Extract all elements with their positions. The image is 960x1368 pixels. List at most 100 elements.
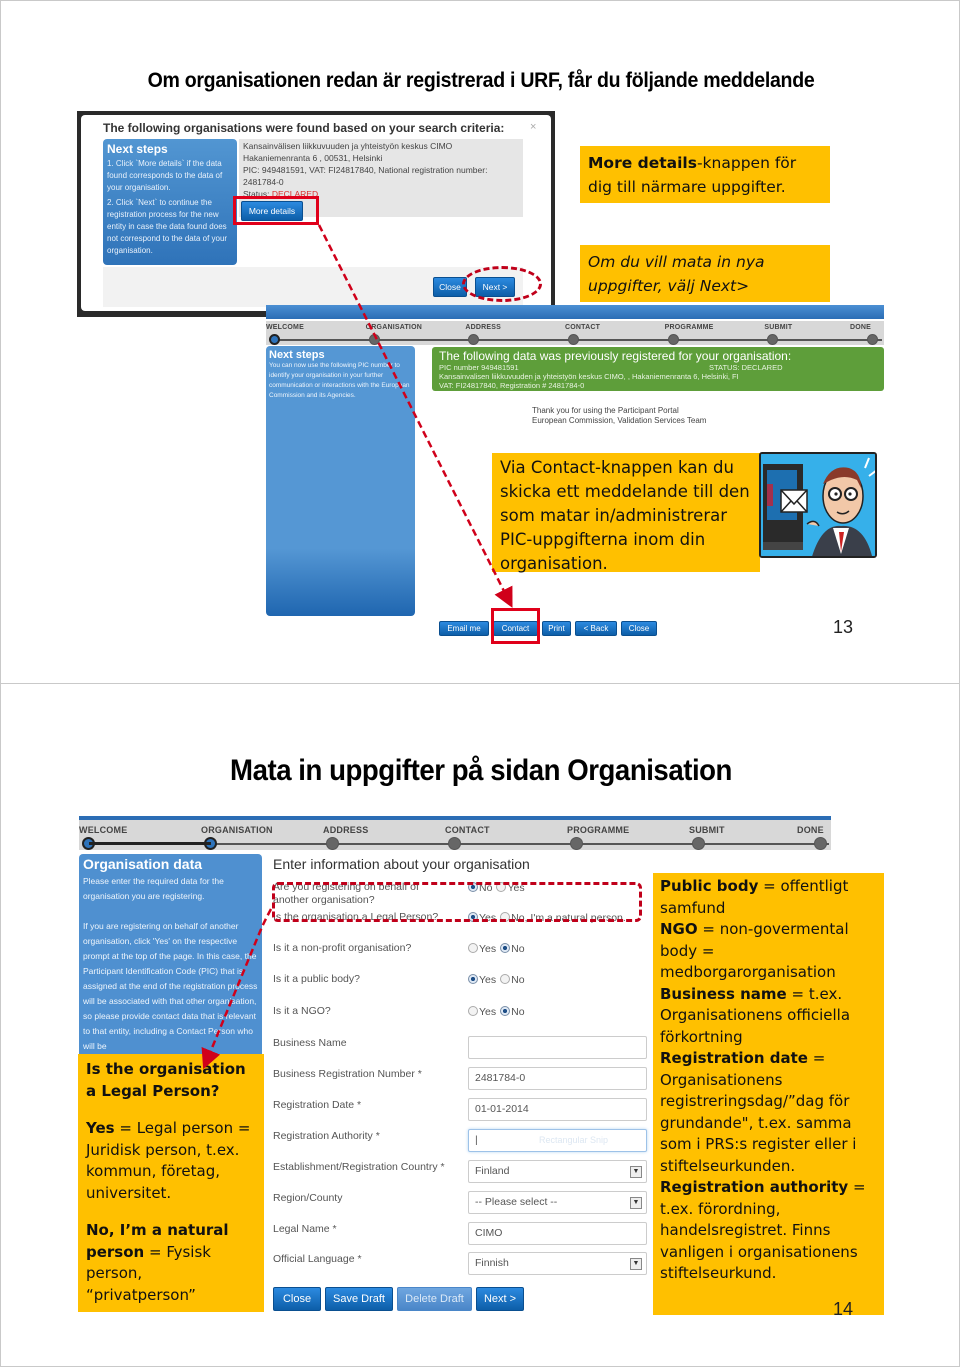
field-value: CIMO bbox=[475, 1227, 503, 1239]
contact-highlight bbox=[491, 608, 540, 644]
wizard-step-marker bbox=[368, 334, 380, 345]
radio-button[interactable] bbox=[500, 1006, 511, 1016]
wizard-progress-line bbox=[276, 339, 882, 341]
radio-option-label[interactable]: No bbox=[511, 1006, 524, 1018]
dialog-title: The following organisations were found b… bbox=[103, 121, 505, 135]
ghost-tooltip-text: Rectangular Snip bbox=[539, 1135, 609, 1145]
close-button[interactable]: Close bbox=[273, 1287, 321, 1311]
slide-title: Om organisationen redan är registrerad i… bbox=[147, 69, 815, 92]
glossary-term: Registration date bbox=[660, 1049, 808, 1067]
radio-button[interactable] bbox=[468, 1006, 478, 1016]
wizard-step-done[interactable]: DONE bbox=[797, 825, 824, 835]
field-label: Legal Name * bbox=[273, 1223, 337, 1235]
registration-authority-input[interactable]: | Rectangular Snip bbox=[468, 1129, 647, 1152]
radio-option-label[interactable]: Yes bbox=[479, 974, 496, 986]
radio-button[interactable] bbox=[500, 943, 511, 953]
registered-data-box: The following data was previously regist… bbox=[432, 347, 884, 391]
next-steps-box: Next steps 1. Click `More details` if th… bbox=[103, 139, 237, 265]
glossary-entry: Registration authority = t.ex. förordnin… bbox=[660, 1177, 877, 1285]
portal-header-bar bbox=[266, 305, 884, 319]
wizard-step-marker bbox=[326, 837, 339, 850]
wizard-step-programme[interactable]: PROGRAMME bbox=[567, 825, 629, 835]
wizard-step-address[interactable]: ADDRESS bbox=[323, 825, 368, 835]
glossary-term: Public body bbox=[660, 877, 759, 895]
delete-draft-button[interactable]: Delete Draft bbox=[397, 1287, 472, 1311]
callout-yes: Yes = Legal person = Juridisk person, t.… bbox=[86, 1118, 256, 1204]
print-button[interactable]: Print bbox=[542, 621, 571, 636]
next-steps-1: 1. Click `More details` if the data foun… bbox=[107, 159, 223, 192]
wizard-step-submit[interactable]: SUBMIT bbox=[764, 324, 792, 331]
wizard-step-address[interactable]: ADDRESS bbox=[465, 324, 501, 331]
legal-name-input[interactable]: CIMO bbox=[468, 1222, 647, 1245]
wizard-step-marker bbox=[692, 837, 705, 850]
next-button[interactable]: Next > bbox=[476, 1287, 524, 1311]
wizard-step-welcome[interactable]: WELCOME bbox=[266, 324, 304, 331]
back-button[interactable]: < Back bbox=[575, 621, 617, 636]
business-registration-number-input[interactable]: 2481784-0 bbox=[468, 1067, 647, 1090]
wizard-step-marker bbox=[867, 334, 878, 345]
field-value: 2481784-0 bbox=[475, 1072, 526, 1084]
registration-date-input[interactable]: 01-01-2014 bbox=[468, 1098, 647, 1121]
chevron-down-icon[interactable]: ▼ bbox=[630, 1166, 642, 1178]
wizard-step-organisation[interactable]: ORGANISATION bbox=[201, 825, 273, 835]
radio-option-label[interactable]: Yes bbox=[479, 1006, 496, 1018]
glossary-term: Business name bbox=[660, 984, 787, 1003]
save-draft-button[interactable]: Save Draft bbox=[325, 1287, 393, 1311]
wizard-step-done[interactable]: DONE bbox=[850, 324, 871, 331]
question-label: Is it a public body? bbox=[273, 973, 360, 985]
slide-14: Mata in uppgifter på sidan Organisation … bbox=[0, 683, 960, 1367]
wizard-step-programme[interactable]: PROGRAMME bbox=[665, 324, 714, 331]
close-icon[interactable]: × bbox=[530, 121, 536, 133]
registered-vat: VAT: FI24817840, Registration # 2481784-… bbox=[439, 381, 585, 390]
wizard-step-welcome[interactable]: WELCOME bbox=[79, 825, 127, 835]
wizard-step-submit[interactable]: SUBMIT bbox=[689, 825, 725, 835]
field-label: Establishment/Registration Country * bbox=[273, 1161, 445, 1173]
next-steps-panel-text: You can now use the following PIC number… bbox=[269, 362, 410, 399]
question-label: Is it a NGO? bbox=[273, 1005, 331, 1017]
business-name-input[interactable] bbox=[468, 1036, 647, 1059]
region-county-select[interactable]: -- Please select -- ▼ bbox=[468, 1191, 647, 1214]
radio-option-label[interactable]: No bbox=[511, 943, 524, 955]
radio-button[interactable] bbox=[500, 974, 511, 984]
email-me-button[interactable]: Email me bbox=[439, 621, 489, 636]
field-value: 01-01-2014 bbox=[475, 1103, 529, 1115]
radio-button[interactable] bbox=[468, 974, 478, 984]
official-language-select[interactable]: Finnish ▼ bbox=[468, 1252, 647, 1275]
registered-pic-row: PIC number 949481591 STATUS: DECLARED bbox=[439, 363, 877, 372]
next-steps-panel-heading: Next steps bbox=[269, 349, 325, 361]
glossary-entry: NGO = non-govermental body = medborgaror… bbox=[660, 919, 877, 984]
thanks-line-2: European Commission, Validation Services… bbox=[532, 416, 707, 425]
next-steps-heading: Next steps bbox=[107, 142, 168, 156]
registered-pic: PIC number 949481591 bbox=[439, 363, 519, 372]
legal-person-highlight bbox=[272, 882, 642, 922]
wizard-step-marker bbox=[814, 837, 827, 850]
radio-option-label[interactable]: No bbox=[511, 974, 524, 986]
radio-button[interactable] bbox=[468, 943, 478, 953]
chevron-down-icon[interactable]: ▼ bbox=[630, 1197, 642, 1209]
next-steps-panel: Next steps You can now use the following… bbox=[266, 346, 415, 616]
wizard-step-marker bbox=[570, 837, 583, 850]
wizard-step-organisation[interactable]: ORGANISATION bbox=[366, 324, 422, 331]
field-label: Business Registration Number * bbox=[273, 1068, 422, 1080]
chevron-down-icon[interactable]: ▼ bbox=[630, 1258, 642, 1270]
next-highlight bbox=[462, 266, 542, 302]
wizard-step-contact[interactable]: CONTACT bbox=[565, 324, 600, 331]
close-portal-button[interactable]: Close bbox=[621, 621, 657, 636]
thanks-text: Thank you for using the Participant Port… bbox=[532, 406, 706, 426]
field-value: | bbox=[475, 1134, 478, 1146]
callout-bold: More details bbox=[588, 154, 697, 172]
wizard-completed-line bbox=[89, 842, 211, 845]
question-label: Is it a non-profit organisation? bbox=[273, 942, 412, 954]
establishment-registration-country-select[interactable]: Finland ▼ bbox=[468, 1160, 647, 1183]
field-value: -- Please select -- bbox=[475, 1196, 558, 1208]
field-label: Business Name bbox=[273, 1037, 347, 1049]
slide-title: Mata in uppgifter på sidan Organisation bbox=[230, 754, 732, 787]
callout-no: No, I’m a natural person = Fysisk person… bbox=[86, 1220, 256, 1306]
callout-more-details: More details-knappen för dig till närmar… bbox=[580, 146, 830, 203]
radio-option-label[interactable]: Yes bbox=[479, 943, 496, 955]
field-label: Official Language * bbox=[273, 1253, 362, 1265]
callout-glossary: Public body = offentligt samfund NGO = no… bbox=[653, 873, 884, 1315]
thanks-line-1: Thank you for using the Participant Port… bbox=[532, 406, 679, 415]
wizard-step-marker bbox=[667, 334, 679, 345]
wizard-step-contact[interactable]: CONTACT bbox=[445, 825, 490, 835]
